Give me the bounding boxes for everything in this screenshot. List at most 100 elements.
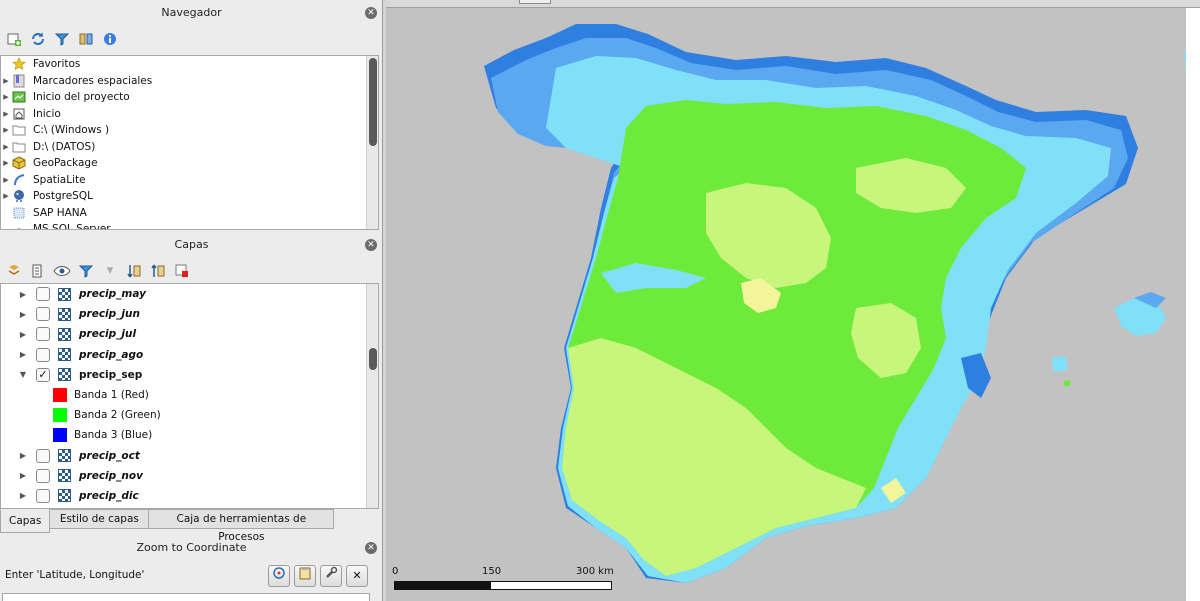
chevron-right-icon[interactable]: ▶ <box>15 491 31 500</box>
layer-visibility-checkbox[interactable]: ✓ <box>36 367 50 382</box>
chevron-right-icon[interactable]: ▶ <box>15 330 31 339</box>
balearic-ibiza <box>1051 356 1068 372</box>
browser-item-label: PostgreSQL <box>33 190 93 203</box>
close-icon[interactable]: ✕ <box>365 239 377 251</box>
visibility-eye-icon[interactable] <box>50 260 74 282</box>
add-layer-icon[interactable] <box>2 28 26 50</box>
layer-precip-nov[interactable]: ▶ precip_nov <box>1 466 378 486</box>
tab-capas[interactable]: Capas <box>0 509 51 533</box>
settings-wrench-icon[interactable] <box>320 565 342 587</box>
browser-item-d-datos[interactable]: ▶ D:\ (DATOS) <box>1 139 378 156</box>
browser-scrollbar[interactable] <box>366 56 378 229</box>
layer-precip-dic[interactable]: ▶ precip_dic <box>1 486 378 506</box>
browser-item-label: C:\ (Windows ) <box>33 124 110 137</box>
chevron-right-icon[interactable]: ▶ <box>15 310 31 319</box>
band-label: Banda 3 (Blue) <box>74 429 153 442</box>
chevron-right-icon[interactable]: ▶ <box>15 290 31 299</box>
browser-item-geopackage[interactable]: ▶ GeoPackage <box>1 155 378 172</box>
browser-item-label: SAP HANA <box>33 206 87 219</box>
layers-panel-header: Capas ✕ <box>0 232 383 258</box>
style-layer-icon[interactable] <box>2 260 26 282</box>
layer-visibility-checkbox[interactable] <box>36 448 50 463</box>
layer-precip-oct[interactable]: ▶ precip_oct <box>1 446 378 466</box>
layer-visibility-checkbox[interactable] <box>36 468 50 483</box>
expand-all-icon[interactable] <box>122 260 146 282</box>
legend-band-3: Banda 3 (Blue) <box>1 425 378 445</box>
remove-layer-icon[interactable] <box>170 260 194 282</box>
layers-scrollbar[interactable] <box>366 284 378 508</box>
tab-estilo-de-capas[interactable]: Estilo de capas <box>49 509 150 529</box>
geopackage-icon <box>11 156 27 170</box>
expand-arrow-icon[interactable]: ▶ <box>1 126 11 134</box>
browser-item-c-windows[interactable]: ▶ C:\ (Windows ) <box>1 122 378 139</box>
filter-legend-icon[interactable] <box>74 260 98 282</box>
browser-item-label: Inicio del proyecto <box>33 91 130 104</box>
expand-arrow-icon[interactable]: ▶ <box>1 143 11 151</box>
scale-label-300: 300 km <box>576 566 614 577</box>
expand-arrow-icon[interactable]: ▶ <box>1 176 11 184</box>
scale-bar-white-segment <box>490 581 612 590</box>
zoom-to-point-button[interactable] <box>268 565 290 587</box>
coordinate-hint: Enter 'Latitude, Longitude' <box>5 569 145 581</box>
browser-panel-header: Navegador ✕ <box>0 0 383 26</box>
map-canvas[interactable]: 0 150 300 km <box>386 8 1200 601</box>
dock-tabs: Capas Estilo de capas Caja de herramient… <box>0 509 383 543</box>
browser-item-marcadores-espaciales[interactable]: ▶ Marcadores espaciales <box>1 73 378 90</box>
expand-arrow-icon[interactable]: ▶ <box>1 93 11 101</box>
browser-item-label: Inicio <box>33 107 61 120</box>
scale-bar: 0 150 300 km <box>392 566 622 596</box>
zoom-panel-title: Zoom to Coordinate <box>136 541 247 554</box>
raster-layer-icon <box>58 327 71 341</box>
filter-expression-icon[interactable]: ▾ <box>98 260 122 282</box>
info-icon[interactable] <box>98 28 122 50</box>
browser-item-favoritos[interactable]: Favoritos <box>1 56 378 73</box>
map-view-tab[interactable] <box>519 0 551 4</box>
browser-item-postgresql[interactable]: ▶ PostgreSQL <box>1 188 378 205</box>
band-color-swatch <box>53 388 67 403</box>
layer-precip-sep[interactable]: ▼ ✓ precip_sep <box>1 365 378 385</box>
layer-visibility-checkbox[interactable] <box>36 287 50 302</box>
expand-arrow-icon[interactable]: ▶ <box>1 159 11 167</box>
tab-caja-de-herramientas[interactable]: Caja de herramientas de Procesos <box>148 509 335 543</box>
raster-layer-icon <box>58 287 71 301</box>
layer-precip-ago[interactable]: ▶ precip_ago <box>1 345 378 365</box>
home-icon <box>11 107 27 121</box>
clear-button[interactable]: ✕ <box>346 565 368 587</box>
chevron-right-icon[interactable]: ▶ <box>15 350 31 359</box>
filter-icon[interactable] <box>50 28 74 50</box>
star-icon <box>11 57 27 71</box>
browser-item-ms-sql-server[interactable]: MS SQL Server <box>1 221 378 230</box>
raster-layer-icon <box>58 449 71 463</box>
collapse-all-icon[interactable] <box>74 28 98 50</box>
browser-item-inicio[interactable]: ▶ Inicio <box>1 106 378 123</box>
map-tab-bar <box>386 0 1200 8</box>
layer-precip-may[interactable]: ▶ precip_may <box>1 284 378 304</box>
chevron-down-icon[interactable]: ▼ <box>15 370 31 379</box>
layer-visibility-checkbox[interactable] <box>36 307 50 322</box>
expand-arrow-icon[interactable]: ▶ <box>1 192 11 200</box>
browser-panel-title: Navegador <box>161 6 222 19</box>
expand-arrow-icon[interactable]: ▶ <box>1 110 11 118</box>
paste-icon[interactable] <box>294 565 316 587</box>
layers-panel: Capas ✕ ▾ ▶ precip_may ▶ precip_jun ▶ pr… <box>0 232 383 532</box>
layer-visibility-checkbox[interactable] <box>36 488 50 503</box>
expand-arrow-icon[interactable]: ▶ <box>1 77 11 85</box>
layer-precip-jun[interactable]: ▶ precip_jun <box>1 304 378 324</box>
close-icon[interactable]: ✕ <box>365 542 377 554</box>
coordinate-input[interactable] <box>2 593 370 601</box>
browser-item-label: MS SQL Server <box>33 223 111 230</box>
browser-item-label: SpatiaLite <box>33 173 86 186</box>
layer-visibility-checkbox[interactable] <box>36 347 50 362</box>
layers-tree: ▶ precip_may ▶ precip_jun ▶ precip_jul ▶ precip… <box>0 283 379 509</box>
browser-item-inicio-del-proyecto[interactable]: ▶ Inicio del proyecto <box>1 89 378 106</box>
refresh-icon[interactable] <box>26 28 50 50</box>
chevron-right-icon[interactable]: ▶ <box>15 471 31 480</box>
browser-item-spatialite[interactable]: ▶ SpatiaLite <box>1 172 378 189</box>
layer-visibility-checkbox[interactable] <box>36 327 50 342</box>
browser-item-sap-hana[interactable]: SAP HANA <box>1 205 378 222</box>
chevron-right-icon[interactable]: ▶ <box>15 451 31 460</box>
layer-precip-jul[interactable]: ▶ precip_jul <box>1 324 378 344</box>
collapse-layers-icon[interactable] <box>146 260 170 282</box>
close-icon[interactable]: ✕ <box>365 7 377 19</box>
add-group-icon[interactable] <box>26 260 50 282</box>
